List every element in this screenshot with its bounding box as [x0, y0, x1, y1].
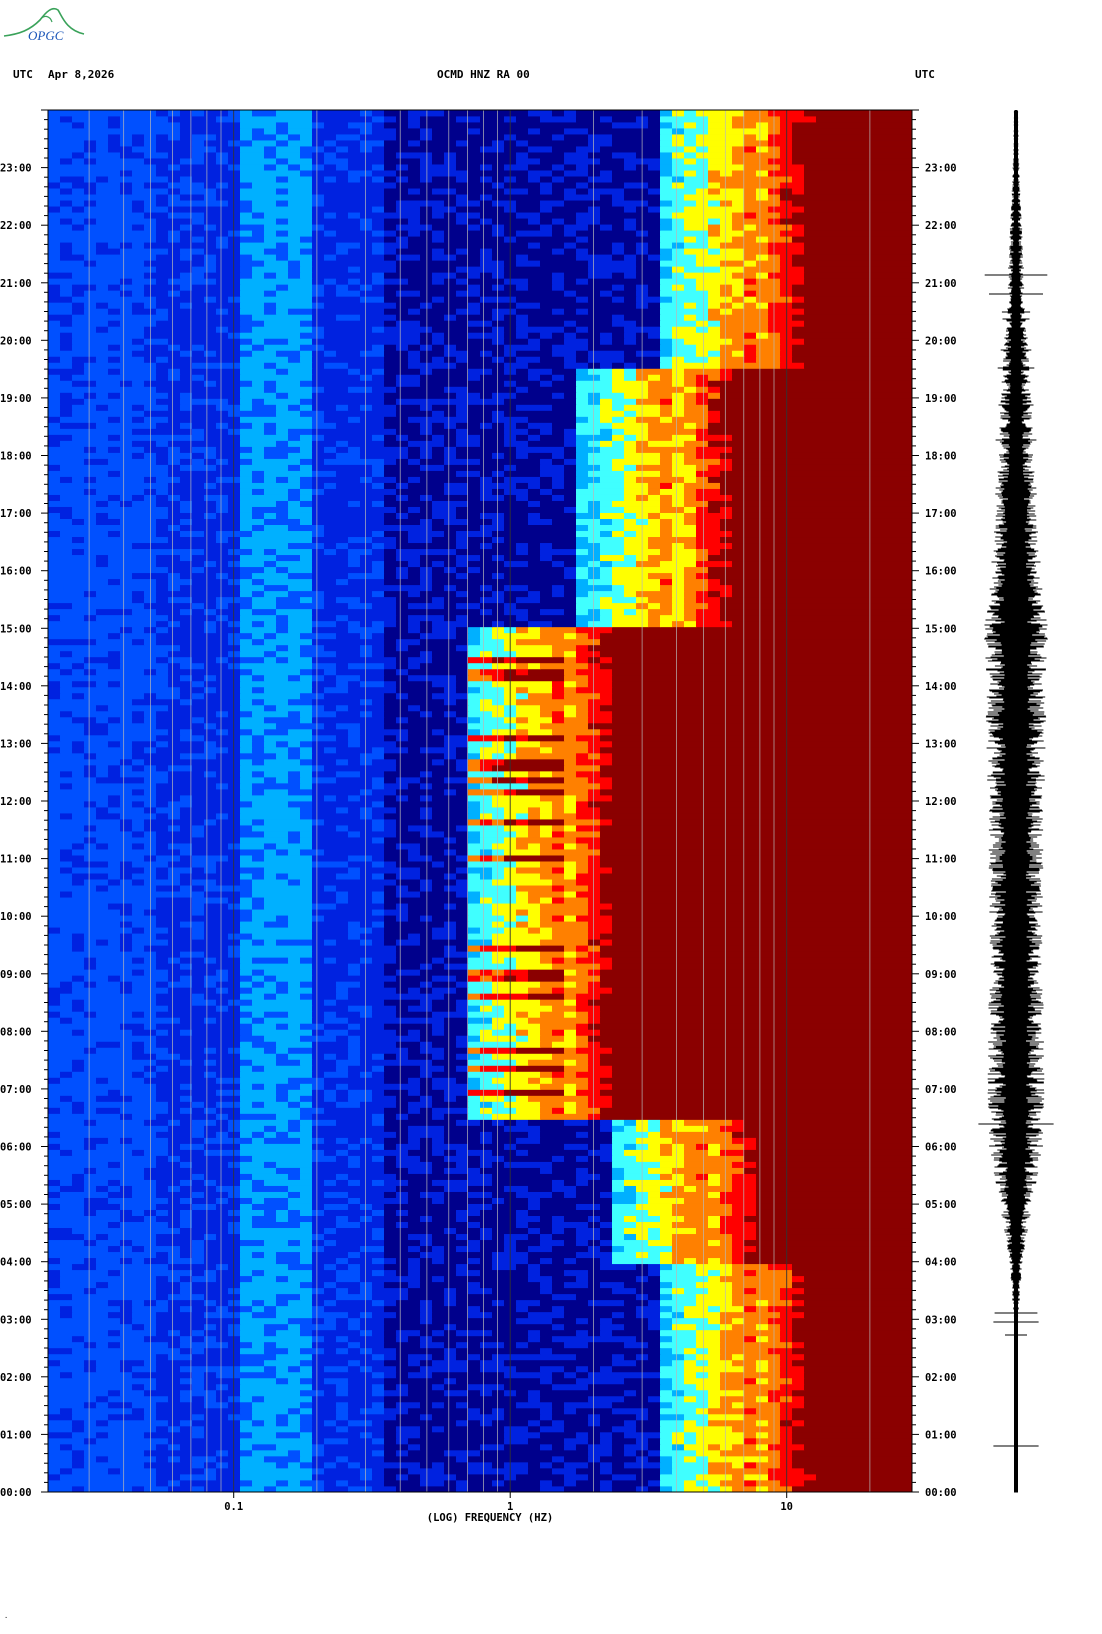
spectrogram-heatmap	[48, 110, 912, 1492]
y-tick-label-right: 13:00	[925, 738, 957, 750]
y-tick-label-right: 19:00	[925, 393, 957, 405]
y-tick-label-left: 03:00	[0, 1314, 32, 1326]
x-tick-label: 10	[780, 1501, 793, 1513]
y-tick-label-right: 08:00	[925, 1026, 957, 1038]
y-tick-label-right: 17:00	[925, 508, 957, 520]
y-tick-label-left: 19:00	[0, 393, 32, 405]
y-tick-label-right: 12:00	[925, 796, 957, 808]
y-tick-label-left: 10:00	[0, 911, 32, 923]
frequency-axis: 0.1 1 10	[224, 1492, 793, 1513]
y-tick-label-right: 18:00	[925, 451, 957, 463]
y-tick-label-left: 11:00	[0, 854, 32, 866]
y-tick-label-left: 20:00	[0, 335, 32, 347]
y-tick-label-right: 10:00	[925, 911, 957, 923]
y-tick-label-left: 00:00	[0, 1487, 32, 1499]
y-tick-label-left: 02:00	[0, 1372, 32, 1384]
y-tick-label-left: 18:00	[0, 451, 32, 463]
y-tick-label-right: 09:00	[925, 969, 957, 981]
y-tick-label-left: 07:00	[0, 1084, 32, 1096]
y-tick-label-right: 15:00	[925, 623, 957, 635]
y-tick-label-right: 21:00	[925, 278, 957, 290]
y-tick-label-left: 09:00	[0, 969, 32, 981]
y-tick-label-left: 12:00	[0, 796, 32, 808]
y-tick-label-left: 14:00	[0, 681, 32, 693]
y-tick-label-left: 15:00	[0, 623, 32, 635]
y-tick-label-right: 20:00	[925, 335, 957, 347]
y-tick-label-left: 05:00	[0, 1199, 32, 1211]
trace-amplitude	[978, 110, 1054, 1493]
y-tick-label-right: 00:00	[925, 1487, 957, 1499]
y-tick-label-left: 08:00	[0, 1026, 32, 1038]
y-tick-label-left: 23:00	[0, 163, 32, 175]
y-tick-label-left: 22:00	[0, 220, 32, 232]
y-tick-label-left: 06:00	[0, 1142, 32, 1154]
x-axis-label: (LOG) FREQUENCY (HZ)	[427, 1512, 553, 1524]
y-tick-label-right: 01:00	[925, 1429, 957, 1441]
y-tick-label-left: 01:00	[0, 1429, 32, 1441]
y-tick-label-left: 13:00	[0, 738, 32, 750]
spectrogram-figure: 00:00 00:00 01:00 01:00 02:00 02:00 03:00 03:00…	[0, 109, 1054, 1524]
y-tick-label-left: 21:00	[0, 278, 32, 290]
y-tick-label-right: 02:00	[925, 1372, 957, 1384]
y-tick-label-right: 22:00	[925, 220, 957, 232]
x-tick-label: 0.1	[224, 1501, 243, 1513]
y-tick-label-right: 11:00	[925, 854, 957, 866]
y-tick-label-right: 16:00	[925, 566, 957, 578]
y-tick-label-left: 17:00	[0, 508, 32, 520]
y-tick-label-right: 14:00	[925, 681, 957, 693]
y-tick-label-left: 16:00	[0, 566, 32, 578]
y-tick-label-right: 03:00	[925, 1314, 957, 1326]
seismogram-trace	[978, 110, 1054, 1493]
y-tick-label-right: 07:00	[925, 1084, 957, 1096]
y-tick-label-right: 23:00	[925, 163, 957, 175]
y-tick-label-right: 06:00	[925, 1142, 957, 1154]
y-tick-label-right: 05:00	[925, 1199, 957, 1211]
y-tick-label-left: 04:00	[0, 1257, 32, 1269]
y-tick-label-right: 04:00	[925, 1257, 957, 1269]
footer-mark: ·	[4, 1614, 9, 1622]
